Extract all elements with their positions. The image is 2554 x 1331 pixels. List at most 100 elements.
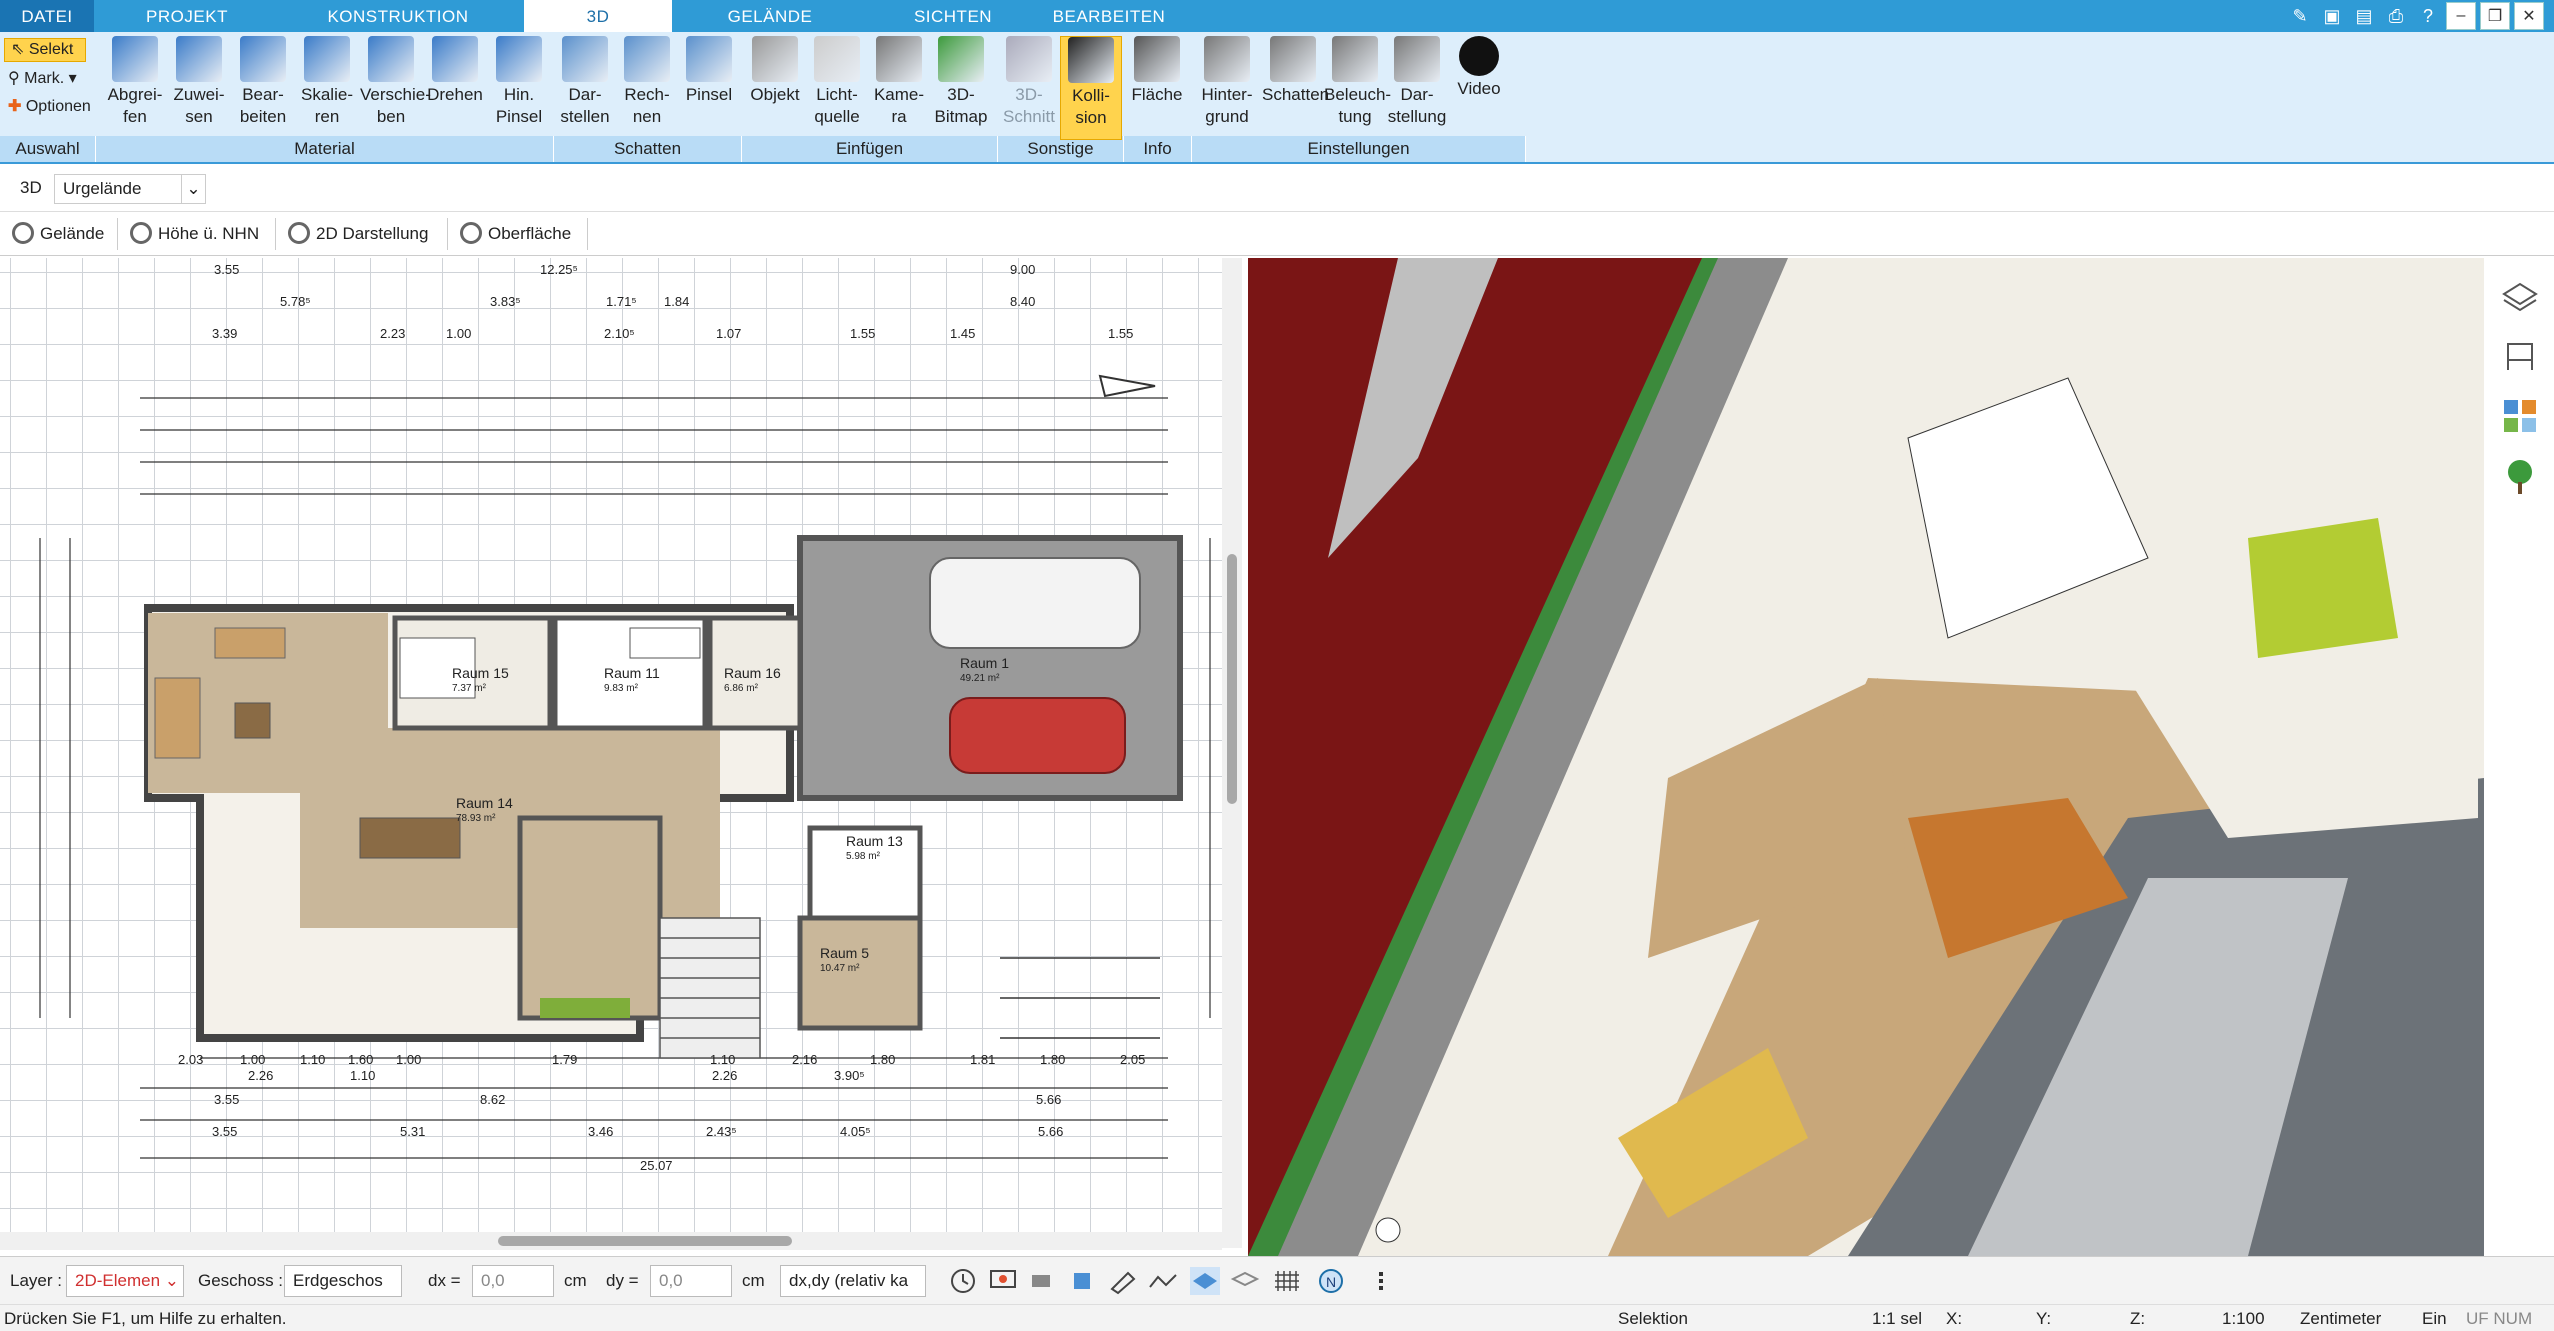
material-button-2[interactable]: Bear-beiten (232, 36, 294, 140)
materials-icon[interactable] (2500, 396, 2540, 436)
tab-gelaende[interactable]: GELÄNDE (672, 0, 868, 32)
material-button-1[interactable]: Zuwei-sen (168, 36, 230, 140)
camera-path-icon[interactable] (1028, 1267, 1058, 1295)
schatten-button-0[interactable]: Dar-stellen (554, 36, 616, 140)
room-label[interactable]: Raum 5 10.47 m² (820, 946, 869, 976)
sonstige-icon-0 (1006, 36, 1052, 82)
plus-icon: ✚ (8, 98, 22, 115)
dimension-bottom-14: 2.26 (712, 1068, 738, 1083)
geschoss-select[interactable]: Erdgeschos ⌄ (284, 1265, 402, 1320)
room-name: Raum 13 (846, 833, 903, 849)
3d-view[interactable] (1248, 258, 2484, 1256)
schatten-button-2[interactable]: Pinsel (678, 36, 740, 140)
material-button-0[interactable]: Abgrei-fen (104, 36, 166, 140)
einstellungen-button-3[interactable]: Dar-stellung (1386, 36, 1448, 140)
einfuegen-button-0[interactable]: Objekt (744, 36, 806, 140)
mark-icon: ⚲ (8, 70, 20, 87)
scroll-thumb[interactable] (498, 1236, 792, 1246)
dimension-bottom-20: 5.31 (400, 1124, 426, 1139)
room-label[interactable]: Raum 14 78.93 m² (456, 796, 513, 826)
einstellungen-button-4[interactable]: Video (1448, 36, 1510, 140)
schatten-label-2-0: Pinsel (685, 85, 733, 104)
tab-konstruktion[interactable]: KONSTRUKTION (280, 0, 516, 32)
dy-input[interactable]: 0,0 (650, 1265, 732, 1297)
terrain-icon[interactable] (1148, 1267, 1178, 1295)
tree-icon[interactable] (2500, 456, 2540, 496)
print-icon[interactable]: ⎙ (2382, 2, 2410, 30)
layer-select[interactable]: 2D-Elemen ⌄ (66, 1265, 184, 1297)
grid-icon[interactable] (1272, 1267, 1302, 1295)
einstellungen-button-0[interactable]: Hinter-grund (1196, 36, 1258, 140)
svg-text:N: N (1326, 1274, 1336, 1290)
plan-horizontal-scrollbar[interactable] (0, 1232, 1222, 1250)
sonstige-label-0-0: 3D- (1015, 85, 1043, 104)
info-button-0[interactable]: Fläche (1126, 36, 1188, 140)
save-icon[interactable]: ▤ (2350, 2, 2378, 30)
sonstige-button-1[interactable]: Kolli-sion (1060, 36, 1122, 140)
schatten-button-1[interactable]: Rech-nen (616, 36, 678, 140)
tools-icon[interactable]: ✎ (2286, 2, 2314, 30)
room-label[interactable]: Raum 11 9.83 m² (604, 666, 660, 696)
tab-bearbeiten[interactable]: BEARBEITEN (1038, 0, 1180, 32)
object-icon[interactable] (1068, 1267, 1098, 1295)
tab-datei[interactable]: DATEI (0, 0, 94, 32)
einstellungen-button-2[interactable]: Beleuch-tung (1324, 36, 1391, 140)
selekt-button[interactable]: ⇖ Selekt (4, 38, 86, 62)
chevron-down-icon: ⌄ (181, 175, 205, 203)
right-toolbar (2484, 258, 2554, 1256)
minimize-button[interactable]: – (2446, 2, 2476, 30)
furniture-icon[interactable] (2500, 336, 2540, 376)
mark-button[interactable]: ⚲ Mark. ▾ (8, 68, 77, 90)
dimension-bottom-4: 1.00 (396, 1052, 422, 1067)
hoehe-nhn-button[interactable]: Höhe ü. NHN (124, 218, 276, 250)
room-label[interactable]: Raum 16 6.86 m² (724, 666, 781, 696)
info-label-0-0: Fläche (1131, 85, 1183, 104)
layer-select-value: 2D-Elemen (75, 1271, 161, 1290)
edit-icon[interactable] (1108, 1267, 1138, 1295)
restore-button[interactable]: ❐ (2480, 2, 2510, 30)
tab-sichten[interactable]: SICHTEN (868, 0, 1038, 32)
2d-darstellung-label: 2D Darstellung (316, 224, 429, 243)
more-icon[interactable] (1366, 1267, 1396, 1295)
floor-plan-view[interactable]: 25.07 3.55 12.25⁵ 9.00 5.78⁵ 3.83⁵ 1.71⁵ 1.84 8.… (0, 258, 1222, 1248)
einstellungen-button-1[interactable]: Schatten (1262, 36, 1329, 140)
help-icon[interactable]: ? (2414, 2, 2442, 30)
schatten-label-0-0: Dar- (568, 85, 602, 104)
dimension-bottom-5: 1.79 (552, 1052, 578, 1067)
room-label[interactable]: Raum 15 7.37 m² (452, 666, 509, 696)
oberflaeche-button[interactable]: Oberfläche (454, 218, 588, 250)
layers-icon[interactable] (2500, 276, 2540, 316)
monitor-icon[interactable] (988, 1267, 1018, 1295)
close-button[interactable]: ✕ (2514, 2, 2544, 30)
dimension-bottom-22: 2.43⁵ (706, 1124, 737, 1139)
dx-input[interactable]: 0,0 (472, 1265, 554, 1297)
einfuegen-button-1[interactable]: Licht-quelle (806, 36, 868, 140)
tab-projekt[interactable]: PROJEKT (94, 0, 280, 32)
einstellungen-label-3-1: stellung (1387, 107, 1447, 126)
layers-small-icon[interactable] (1230, 1267, 1260, 1295)
sonstige-button-0[interactable]: 3D- Schnitt (998, 36, 1060, 140)
material-button-5[interactable]: Drehen (424, 36, 486, 140)
material-button-3[interactable]: Skalie-ren (296, 36, 358, 140)
room-label[interactable]: Raum 1 49.21 m² (960, 656, 1009, 686)
einfuegen-label-3-1: Bitmap (934, 107, 988, 126)
tab-3d[interactable]: 3D (524, 0, 672, 32)
einfuegen-button-2[interactable]: Kame-ra (868, 36, 930, 140)
folder-icon[interactable]: ▣ (2318, 2, 2346, 30)
material-button-4[interactable]: Verschie-ben (360, 36, 431, 140)
clock-icon[interactable] (948, 1267, 978, 1295)
einfuegen-button-3[interactable]: 3D- Bitmap (930, 36, 992, 140)
2d-darstellung-button[interactable]: 2D Darstellung (282, 218, 448, 250)
optionen-button[interactable]: ✚ Optionen (8, 96, 91, 118)
gelaende-button[interactable]: Gelände (6, 218, 118, 250)
plan-vertical-scrollbar[interactable] (1222, 258, 1242, 1248)
north-icon[interactable]: N (1316, 1267, 1346, 1295)
view-select[interactable]: Urgelände ⌄ (54, 174, 206, 204)
scroll-thumb[interactable] (1227, 554, 1237, 804)
room-area: 5.98 m² (846, 851, 880, 862)
mode-select[interactable]: dx,dy (relativ ka (780, 1265, 926, 1297)
plane-icon[interactable] (1190, 1267, 1220, 1295)
material-button-6[interactable]: Hin. Pinsel (488, 36, 550, 140)
room-label[interactable]: Raum 13 5.98 m² (846, 834, 903, 864)
view-mode-label: 3D (20, 178, 42, 197)
